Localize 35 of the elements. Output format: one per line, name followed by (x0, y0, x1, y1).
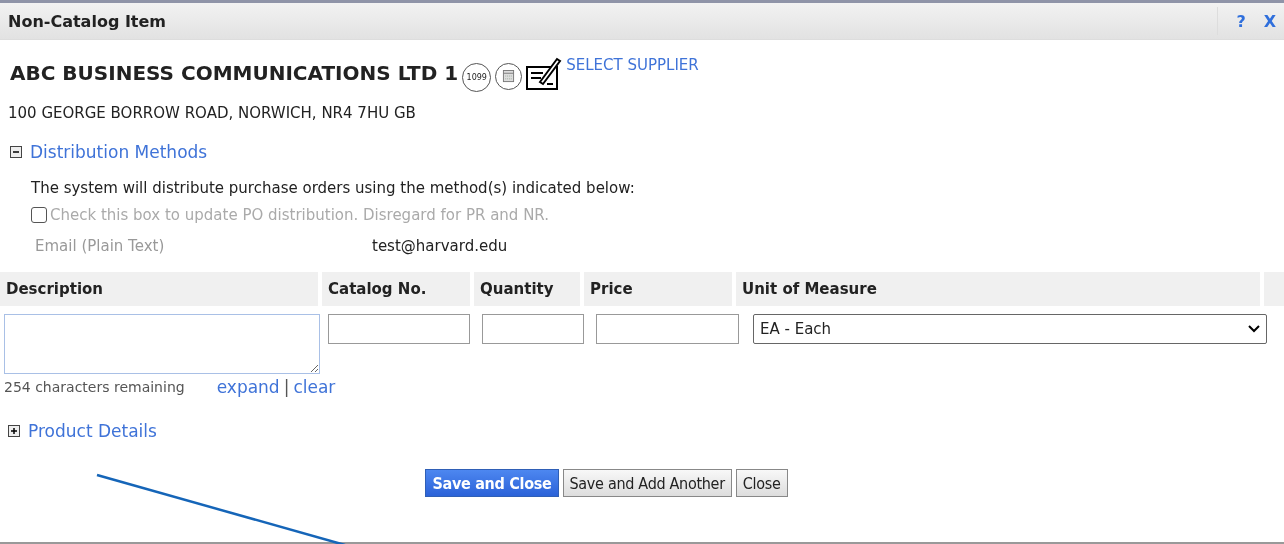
column-header: Catalog No. (322, 272, 470, 306)
action-button[interactable]: Close (735, 469, 788, 497)
signed-check-icon (526, 56, 563, 90)
section-link[interactable]: Distribution Methods (30, 142, 208, 162)
supplier-name: ABC BUSINESS COMMUNICATIONS LTD 1 (10, 61, 459, 85)
characters-remaining: 254 characters remaining (4, 379, 185, 395)
catalog-number-field[interactable] (328, 314, 470, 344)
column-header: Description (0, 272, 318, 306)
column-header: Unit of Measure (736, 272, 1260, 306)
dropdown-caret-icon (1248, 325, 1260, 333)
clear-link[interactable]: clear (293, 377, 336, 397)
column-header: Quantity (474, 272, 580, 306)
checkbox-label: Check this box to update PO distribution. Disregard for PR and NR. (50, 206, 549, 224)
unit-dropdown[interactable]: EA - Each (753, 314, 1267, 344)
price-field[interactable] (596, 314, 739, 344)
distribution-note: The system will distribute purchase orders using the method(s) indicated below: (31, 179, 636, 197)
supplier-address: 100 GEORGE BORROW ROAD, NORWICH, NR4 7HU GB (8, 104, 417, 122)
calendar-icon (495, 63, 523, 90)
column-header: Price (584, 272, 732, 306)
expand-icon[interactable] (8, 425, 20, 437)
quantity-field[interactable] (482, 314, 584, 344)
method-value: test@harvard.edu (372, 237, 508, 255)
select-supplier-link[interactable]: SELECT SUPPLIER (566, 56, 699, 74)
link-separator: | (283, 377, 290, 397)
method-label: Email (Plain Text) (35, 237, 166, 255)
action-button[interactable]: Save and Add Another (562, 469, 732, 497)
collapse-icon[interactable] (10, 146, 22, 158)
tax-badge: 1099 (462, 63, 492, 92)
description-field[interactable] (4, 314, 320, 374)
expand-link[interactable]: expand (216, 377, 280, 397)
save-button[interactable]: Save and Close (425, 469, 559, 497)
help-button[interactable]: ? (1236, 11, 1246, 31)
window-title: Non-Catalog Item (8, 11, 168, 31)
section-link[interactable]: Product Details (28, 421, 157, 441)
dialog-close-x[interactable]: X (1263, 11, 1276, 31)
